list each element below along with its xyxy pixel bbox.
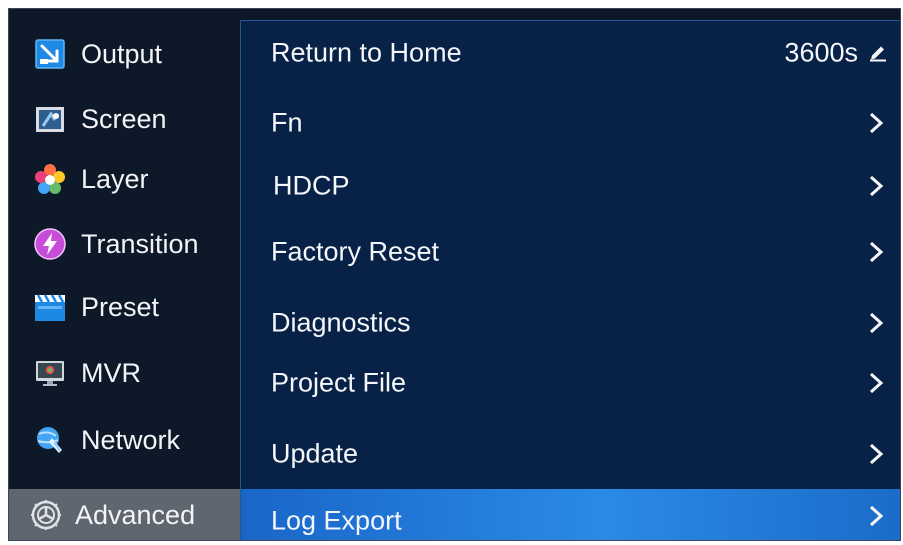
row-label: Update: [271, 438, 359, 469]
sidebar-item-network[interactable]: Network: [9, 414, 241, 466]
chevron-right-icon: [866, 311, 886, 335]
sidebar: Output Screen Layer Transition Preset MV…: [9, 9, 241, 540]
screen-icon: [33, 102, 67, 136]
chevron-right-icon: [866, 174, 886, 198]
output-icon: [33, 37, 67, 71]
sidebar-item-layer[interactable]: Layer: [9, 153, 241, 205]
sidebar-item-label: Layer: [81, 163, 149, 194]
sidebar-item-label: Screen: [81, 103, 167, 134]
chevron-right-icon: [866, 371, 886, 395]
transition-icon: [33, 227, 67, 261]
chevron-right-icon: [866, 111, 886, 135]
sidebar-item-mvr[interactable]: MVR: [9, 347, 241, 399]
chevron-right-icon: [866, 442, 886, 466]
sidebar-item-label: Advanced: [75, 499, 196, 530]
advanced-settings-panel: Return to Home 3600s Fn HDCP Factory Res…: [240, 20, 900, 540]
network-icon: [33, 423, 67, 457]
preset-icon: [33, 290, 67, 324]
row-diagnostics[interactable]: Diagnostics: [241, 295, 900, 351]
layer-icon: [33, 162, 67, 196]
return-to-home-value[interactable]: 3600s: [784, 38, 888, 69]
advanced-gear-icon: [29, 498, 63, 532]
row-label: HDCP: [273, 170, 350, 201]
sidebar-item-label: Preset: [81, 291, 160, 322]
edit-pencil-icon[interactable]: [868, 38, 888, 69]
row-log-export[interactable]: Log Export: [241, 489, 900, 540]
sidebar-item-label: Output: [81, 38, 163, 69]
chevron-right-icon: [866, 240, 886, 264]
sidebar-item-label: MVR: [81, 357, 141, 388]
row-label: Factory Reset: [271, 236, 440, 267]
row-update[interactable]: Update: [241, 426, 900, 482]
row-label: Project File: [271, 367, 407, 398]
sidebar-item-transition[interactable]: Transition: [9, 218, 241, 270]
row-factory-reset[interactable]: Factory Reset: [241, 224, 900, 280]
sidebar-item-preset[interactable]: Preset: [9, 281, 241, 333]
row-label: Log Export: [271, 505, 402, 536]
mvr-icon: [33, 356, 67, 390]
row-fn[interactable]: Fn: [241, 95, 900, 151]
row-label: Diagnostics: [271, 307, 411, 338]
row-return-to-home[interactable]: Return to Home 3600s: [241, 25, 900, 81]
app-window: Output Screen Layer Transition Preset MV…: [8, 8, 901, 541]
row-label: Return to Home: [271, 37, 462, 68]
chevron-right-icon: [866, 504, 886, 528]
sidebar-item-advanced[interactable]: Advanced: [9, 489, 241, 540]
row-hdcp[interactable]: HDCP: [241, 158, 900, 214]
sidebar-item-label: Network: [81, 424, 181, 455]
sidebar-item-screen[interactable]: Screen: [9, 93, 241, 145]
row-label: Fn: [271, 107, 303, 138]
sidebar-item-output[interactable]: Output: [9, 28, 241, 80]
sidebar-item-label: Transition: [81, 228, 199, 259]
timeout-value: 3600s: [784, 37, 858, 68]
row-project-file[interactable]: Project File: [241, 355, 900, 411]
